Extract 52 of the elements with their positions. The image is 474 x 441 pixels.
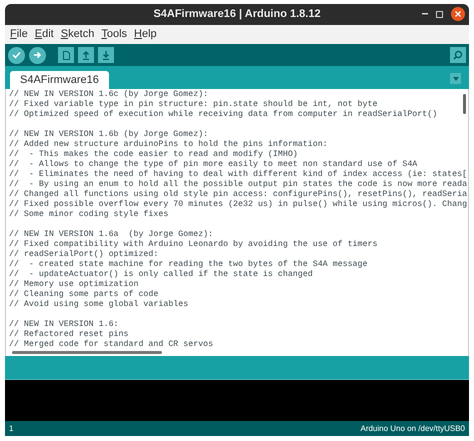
magnifier-icon xyxy=(453,50,463,60)
menu-item[interactable]: Tools xyxy=(101,26,128,43)
tab-menu-button[interactable] xyxy=(450,73,461,84)
new-button[interactable] xyxy=(58,47,74,63)
code-editor[interactable] xyxy=(5,89,469,356)
maximize-icon[interactable] xyxy=(436,10,443,18)
code-line: // - updateActuator() is only called if the state is changed xyxy=(9,270,313,280)
menu-item[interactable]: Edit xyxy=(34,26,54,43)
line-number: 1 xyxy=(9,422,14,434)
close-icon[interactable] xyxy=(451,7,465,21)
serial-monitor-button[interactable] xyxy=(450,47,466,63)
window-title: S4AFirmware16 | Arduino 1.8.12 xyxy=(153,7,321,22)
code-line: // Changed all functions using old style pin access: configurePins(), resetPins(), readSeria xyxy=(9,190,468,200)
code-line: // Some minor coding style fixes xyxy=(9,210,168,220)
horizontal-scrollbar-thumb[interactable] xyxy=(12,351,162,354)
code-line: // NEW IN VERSION 1.6a (by Jorge Gomez): xyxy=(9,230,214,240)
code-line: // Fixed possible overflow every 70 minutes (2e32 us) in pulse() while using micros(). Chang xyxy=(9,200,468,210)
checkmark-icon xyxy=(12,51,21,59)
code-line: // Merged code for standard and CR servos xyxy=(9,340,214,350)
arrow-down-icon xyxy=(102,50,110,60)
board-port-label: Arduino Uno on /dev/ttyUSB0 xyxy=(360,422,465,434)
code-line: // Fixed variable type in pin structure: pin.state should be int, not byte xyxy=(9,100,378,110)
verify-button[interactable] xyxy=(8,46,25,64)
vertical-scrollbar-thumb[interactable] xyxy=(463,94,466,114)
minimize-icon[interactable] xyxy=(422,13,428,15)
code-line: // - By using an enum to hold all the possible output pin states the code is now more reada xyxy=(9,180,468,190)
arrow-up-icon xyxy=(82,50,90,60)
code-line: // Added new structure arduinoPins to hold the pins information: xyxy=(9,140,328,150)
code-line: // - This makes the code easier to read and modify (IMHO) xyxy=(9,150,298,160)
menu-item[interactable]: Sketch xyxy=(60,26,94,43)
menu-item[interactable]: Help xyxy=(134,26,157,43)
open-button[interactable] xyxy=(78,47,94,63)
file-tab[interactable]: S4AFirmware16 xyxy=(10,71,109,89)
code-line: // - Eliminates the need of having to deal with different kind of index access (ie: states[ xyxy=(9,170,468,180)
code-line: // - Allows to change the type of pin more easily to meet non standard use of S4A xyxy=(9,160,418,170)
save-button[interactable] xyxy=(98,47,114,63)
code-line: // Refactored reset pins xyxy=(9,330,128,340)
arrow-right-icon xyxy=(33,51,42,59)
code-line: // - created state machine for reading the two bytes of the S4A message xyxy=(9,260,368,270)
code-line: // Memory use optimization xyxy=(9,280,138,290)
code-line: // Optimized speed of execution while receiving data from computer in readSerialPort() xyxy=(9,110,438,120)
document-icon xyxy=(62,50,70,60)
code-line: // readSerialPort() optimized: xyxy=(9,250,158,260)
upload-button[interactable] xyxy=(29,46,46,64)
code-line: // Avoid using some global variables xyxy=(9,300,188,310)
caret-icon xyxy=(452,76,458,80)
code-line: // Cleaning some parts of code xyxy=(9,290,158,300)
code-line: // NEW IN VERSION 1.6b (by Jorge Gomez): xyxy=(9,130,208,140)
code-line: // NEW IN VERSION 1.6: xyxy=(9,320,119,330)
code-line: // NEW IN VERSION 1.6c (by Jorge Gomez): xyxy=(9,90,208,100)
menu-item[interactable]: File xyxy=(10,26,28,43)
code-line: // Fixed compatibility with Arduino Leonardo by avoiding the use of timers xyxy=(9,240,378,250)
